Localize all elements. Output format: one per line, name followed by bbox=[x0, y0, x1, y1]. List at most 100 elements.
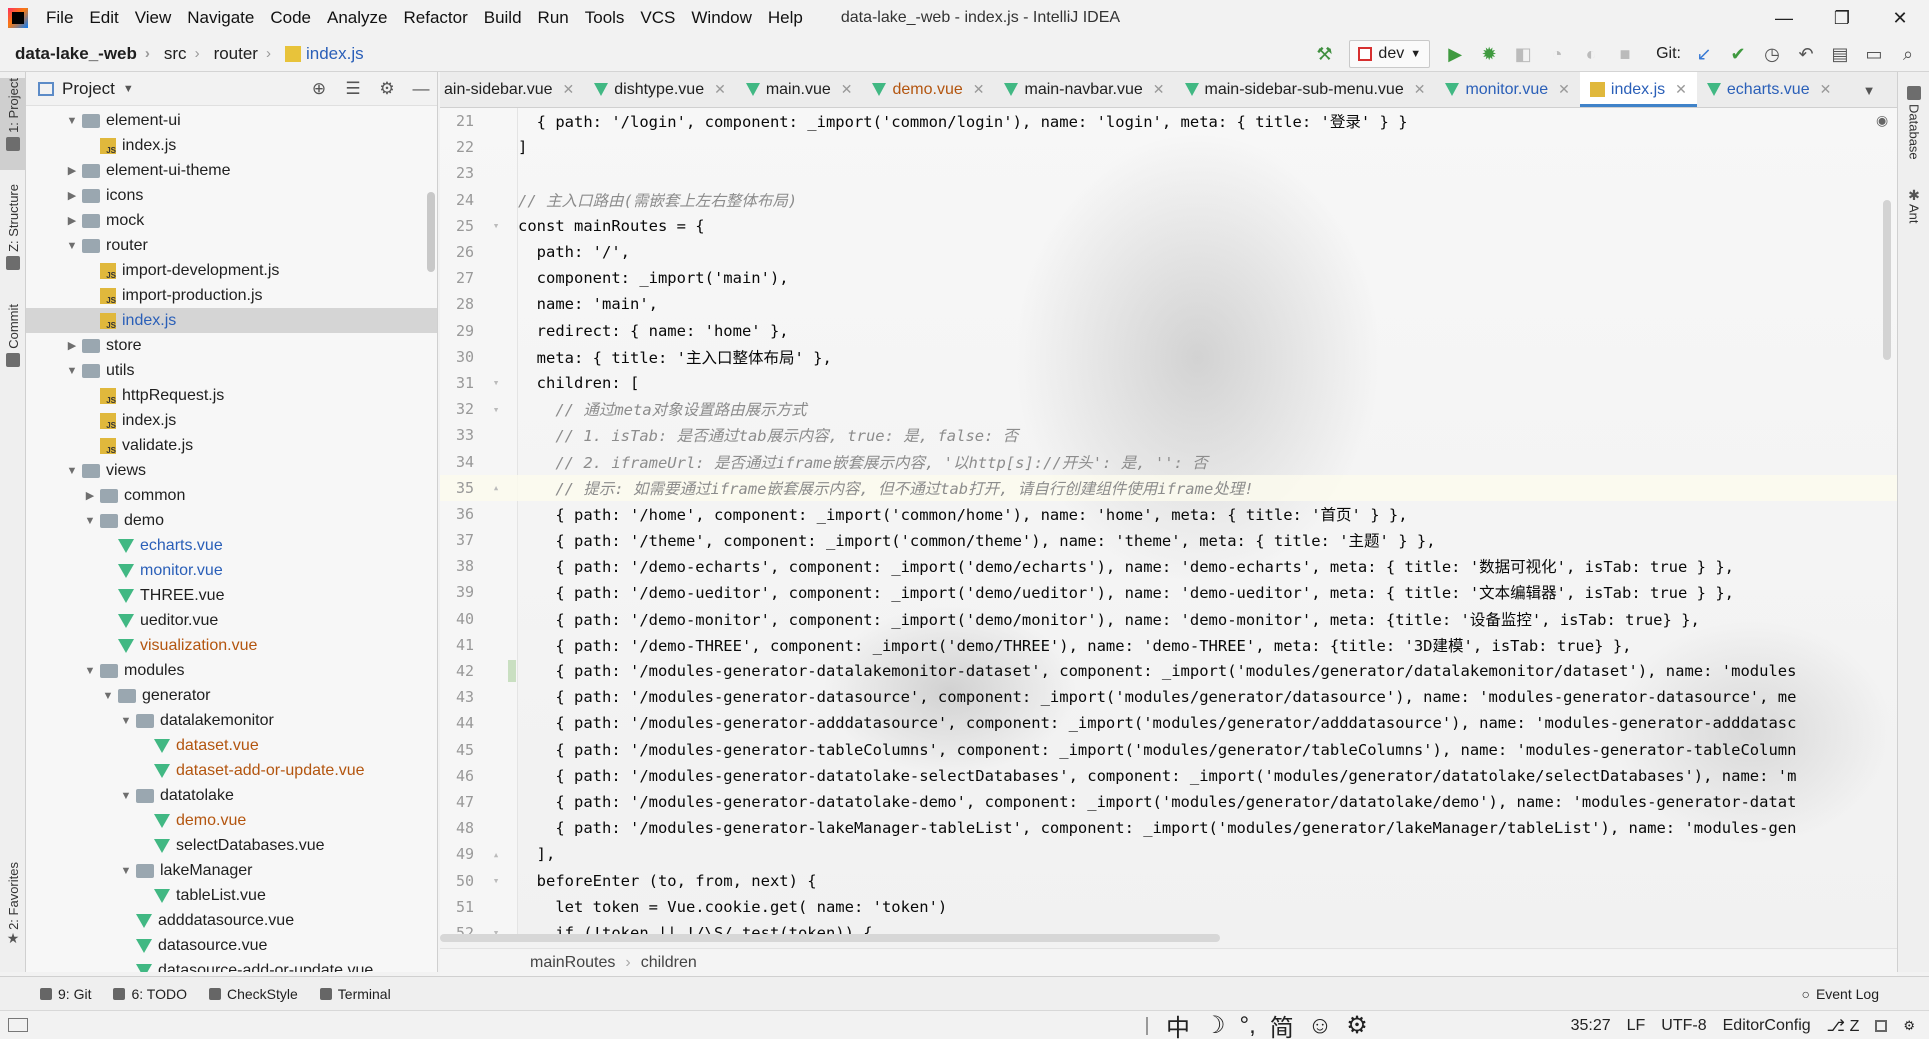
code-line[interactable]: 31 ▾ children: [ bbox=[440, 370, 1897, 396]
expand-right-icon[interactable]: ▶ bbox=[64, 189, 80, 202]
tree-folder[interactable]: ▼ utils bbox=[26, 358, 437, 383]
close-tab-icon[interactable]: ✕ bbox=[563, 81, 575, 98]
ime-punctuation-icon[interactable]: °, bbox=[1240, 1012, 1256, 1039]
close-tab-icon[interactable]: ✕ bbox=[1675, 81, 1687, 98]
editor-tab[interactable]: demo.vue ✕ bbox=[862, 72, 994, 107]
line-number[interactable]: 39 bbox=[440, 583, 474, 601]
run-config-select[interactable]: dev ▼ bbox=[1349, 40, 1431, 68]
ime-moon-icon[interactable]: ☽ bbox=[1204, 1011, 1226, 1039]
tree-folder[interactable]: ▼ router bbox=[26, 233, 437, 258]
editorconfig-status[interactable]: EditorConfig bbox=[1723, 1017, 1811, 1035]
expand-down-icon[interactable]: ▼ bbox=[100, 690, 116, 702]
tree-file[interactable]: validate.js bbox=[26, 433, 437, 458]
code-line[interactable]: 38 { path: '/demo-echarts', component: _… bbox=[440, 553, 1897, 579]
tool-window-commit[interactable]: Commit bbox=[0, 304, 26, 384]
editor-tab[interactable]: main-sidebar-sub-menu.vue ✕ bbox=[1175, 72, 1436, 107]
expand-down-icon[interactable]: ▼ bbox=[82, 515, 98, 527]
close-window-button[interactable]: ✕ bbox=[1871, 0, 1929, 36]
tool-window-todo[interactable]: 6: TODO bbox=[113, 986, 187, 1002]
code-line[interactable]: 49 ▴ ], bbox=[440, 841, 1897, 867]
tree-file[interactable]: import-development.js bbox=[26, 258, 437, 283]
tree-file[interactable]: dataset-add-or-update.vue bbox=[26, 758, 437, 783]
code-line[interactable]: 46 { path: '/modules-generator-datatolak… bbox=[440, 763, 1897, 789]
tool-window-ant[interactable]: ✱ Ant bbox=[1898, 187, 1929, 257]
git-commit-icon[interactable]: ✔ bbox=[1723, 39, 1753, 69]
menu-view[interactable]: View bbox=[127, 0, 180, 36]
breadcrumb-router[interactable]: router › bbox=[206, 44, 277, 64]
line-number[interactable]: 46 bbox=[440, 767, 474, 785]
breadcrumb-file[interactable]: index.js bbox=[277, 44, 370, 64]
tree-file[interactable]: ueditor.vue bbox=[26, 608, 437, 633]
line-number[interactable]: 27 bbox=[440, 269, 474, 287]
expand-down-icon[interactable]: ▼ bbox=[118, 715, 134, 727]
tree-folder[interactable]: ▼ demo bbox=[26, 508, 437, 533]
line-number[interactable]: 34 bbox=[440, 453, 474, 471]
menu-window[interactable]: Window bbox=[683, 0, 759, 36]
menu-file[interactable]: File bbox=[38, 0, 81, 36]
editor-tab[interactable]: echarts.vue ✕ bbox=[1697, 72, 1841, 107]
menu-tools[interactable]: Tools bbox=[577, 0, 633, 36]
line-number[interactable]: 38 bbox=[440, 557, 474, 575]
tree-folder[interactable]: ▶ mock bbox=[26, 208, 437, 233]
git-history-icon[interactable]: ◷ bbox=[1757, 39, 1787, 69]
close-tab-icon[interactable]: ✕ bbox=[1153, 81, 1165, 98]
line-number[interactable]: 33 bbox=[440, 426, 474, 444]
expand-right-icon[interactable]: ▶ bbox=[64, 214, 80, 227]
tree-folder[interactable]: ▼ modules bbox=[26, 658, 437, 683]
tree-file[interactable]: tableList.vue bbox=[26, 883, 437, 908]
expand-down-icon[interactable]: ▼ bbox=[118, 865, 134, 877]
menu-build[interactable]: Build bbox=[476, 0, 530, 36]
line-number[interactable]: 42 bbox=[440, 662, 474, 680]
tree-folder[interactable]: ▼ datatolake bbox=[26, 783, 437, 808]
tree-folder[interactable]: ▼ element-ui bbox=[26, 108, 437, 133]
ime-handle[interactable] bbox=[1146, 1016, 1148, 1035]
line-number[interactable]: 26 bbox=[440, 243, 474, 261]
code-line[interactable]: 41 { path: '/demo-THREE', component: _im… bbox=[440, 632, 1897, 658]
tool-window-git[interactable]: 9: Git bbox=[40, 986, 91, 1002]
line-number[interactable]: 50 bbox=[440, 872, 474, 890]
tree-folder[interactable]: ▼ views bbox=[26, 458, 437, 483]
code-line[interactable]: 22] bbox=[440, 134, 1897, 160]
code-line[interactable]: 40 { path: '/demo-monitor', component: _… bbox=[440, 606, 1897, 632]
line-number[interactable]: 22 bbox=[440, 138, 474, 156]
fold-marker-icon[interactable]: ▴ bbox=[474, 481, 518, 494]
line-number[interactable]: 43 bbox=[440, 688, 474, 706]
run-icon[interactable]: ▶ bbox=[1440, 39, 1470, 69]
line-number[interactable]: 21 bbox=[440, 112, 474, 130]
close-tab-icon[interactable]: ✕ bbox=[1414, 81, 1426, 98]
tree-file[interactable]: index.js bbox=[26, 133, 437, 158]
editor-tab[interactable]: main-navbar.vue ✕ bbox=[994, 72, 1174, 107]
tree-folder[interactable]: ▼ datalakemonitor bbox=[26, 708, 437, 733]
breadcrumb-src[interactable]: src › bbox=[156, 44, 206, 64]
line-separator[interactable]: LF bbox=[1627, 1017, 1646, 1035]
tree-file[interactable]: demo.vue bbox=[26, 808, 437, 833]
build-hammer-icon[interactable]: ⚒ bbox=[1309, 39, 1339, 69]
tab-list-chevron-icon[interactable]: ▼ bbox=[1849, 72, 1889, 107]
lock-icon[interactable] bbox=[1875, 1019, 1888, 1032]
code-line[interactable]: 23 bbox=[440, 160, 1897, 186]
expand-down-icon[interactable]: ▼ bbox=[64, 115, 80, 127]
code-breadcrumb-item[interactable]: children bbox=[641, 954, 697, 972]
expand-right-icon[interactable]: ▶ bbox=[64, 339, 80, 352]
line-number[interactable]: 31 bbox=[440, 374, 474, 392]
close-tab-icon[interactable]: ✕ bbox=[1820, 81, 1832, 98]
locate-file-icon[interactable]: ⊕ bbox=[307, 77, 331, 101]
chevron-down-icon[interactable]: ▼ bbox=[123, 83, 134, 95]
editor-horizontal-scrollbar[interactable] bbox=[440, 934, 1220, 942]
menu-refactor[interactable]: Refactor bbox=[395, 0, 475, 36]
expand-right-icon[interactable]: ▶ bbox=[64, 164, 80, 177]
ime-settings-icon[interactable]: ⚙ bbox=[1346, 1011, 1368, 1039]
git-branch-status[interactable]: ⎇ Z bbox=[1827, 1016, 1860, 1036]
code-line[interactable]: 30 meta: { title: '主入口整体布局' }, bbox=[440, 344, 1897, 370]
code-line[interactable]: 35 ▴ // 提示: 如需要通过iframe嵌套展示内容, 但不通过tab打开,… bbox=[440, 474, 1897, 501]
tool-window-project[interactable]: 1: Project bbox=[0, 78, 26, 170]
collapse-all-icon[interactable]: ☰ bbox=[341, 77, 365, 101]
memory-indicator-icon[interactable]: ⚙ bbox=[1903, 1018, 1915, 1034]
search-icon[interactable]: ⌕ bbox=[1893, 39, 1923, 69]
line-number[interactable]: 51 bbox=[440, 898, 474, 916]
close-tab-icon[interactable]: ✕ bbox=[714, 81, 726, 98]
line-number[interactable]: 29 bbox=[440, 322, 474, 340]
code-line[interactable]: 29 redirect: { name: 'home' }, bbox=[440, 318, 1897, 344]
menu-edit[interactable]: Edit bbox=[81, 0, 126, 36]
expand-down-icon[interactable]: ▼ bbox=[64, 365, 80, 377]
